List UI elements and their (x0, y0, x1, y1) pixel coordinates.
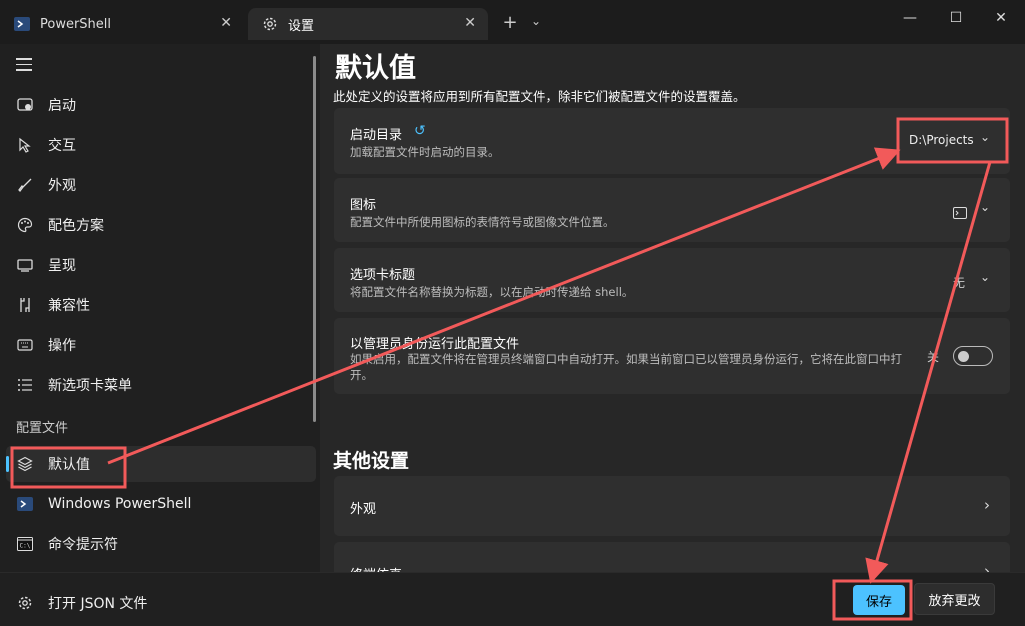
sidebar: 启动 交互 外观 配色方案 呈现 兼容性 操作 新选项卡菜单 配置文件 默认值 … (0, 44, 320, 626)
sidebar-item-label: 兼容性 (48, 298, 90, 314)
tab-title-value: 无 (953, 276, 966, 290)
setting-tab-title[interactable]: 选项卡标题 将配置文件名称替换为标题，以在启动时传递给 shell。 无 ⌄ (334, 248, 1010, 312)
sidebar-item-windows-powershell[interactable]: Windows PowerShell (6, 486, 316, 522)
setting-description: 配置文件中所使用图标的表情符号或图像文件位置。 (350, 215, 615, 229)
palette-icon (16, 216, 34, 234)
sidebar-item-appearance[interactable]: 外观 (6, 167, 316, 203)
run-as-admin-toggle[interactable] (953, 346, 993, 366)
sidebar-item-label: 呈现 (48, 258, 76, 274)
chevron-right-icon: › (984, 496, 990, 514)
setting-run-as-admin[interactable]: 以管理员身份运行此配置文件 如果启用，配置文件将在管理员终端窗口中自动打开。如果… (334, 318, 1010, 394)
reset-icon[interactable]: ↺ (414, 123, 426, 139)
hamburger-menu-icon[interactable] (16, 58, 32, 75)
sidebar-item-label: Windows PowerShell (48, 496, 192, 512)
sidebar-item-new-tab-menu[interactable]: 新选项卡菜单 (6, 367, 316, 403)
open-json-file-button[interactable]: 打开 JSON 文件 (6, 585, 306, 621)
chevron-down-icon[interactable]: ⌄ (531, 14, 541, 28)
startup-directory-value[interactable]: D:\Projects (909, 133, 974, 147)
maximize-button[interactable]: ☐ (946, 10, 966, 26)
sidebar-item-label: 外观 (48, 178, 76, 194)
other-setting-appearance[interactable]: 外观 › (334, 476, 1010, 536)
title-bar: PowerShell ✕ 设置 ✕ + ⌄ — ☐ ✕ (0, 0, 1025, 44)
chevron-down-icon[interactable]: ⌄ (980, 200, 990, 214)
sidebar-item-label: 交互 (48, 138, 76, 154)
setting-title: 图标 (350, 198, 377, 213)
chevron-down-icon[interactable]: ⌄ (980, 270, 990, 284)
svg-text:C:\: C:\ (20, 543, 31, 550)
page-title: 默认值 (335, 53, 416, 84)
sidebar-item-interaction[interactable]: 交互 (6, 127, 316, 163)
sidebar-item-label: 默认值 (48, 457, 90, 473)
main-content: 默认值 此处定义的设置将应用到所有配置文件，除非它们被配置文件的设置覆盖。 启动… (320, 44, 1025, 572)
sidebar-item-defaults[interactable]: 默认值 (6, 446, 316, 482)
sidebar-item-label: 新选项卡菜单 (48, 378, 132, 394)
powershell-icon (16, 495, 34, 513)
monitor-icon (16, 256, 34, 274)
open-json-label: 打开 JSON 文件 (48, 596, 148, 612)
list-icon (16, 376, 34, 394)
section-label-profiles: 配置文件 (16, 421, 69, 436)
setting-title: 外观 (350, 502, 377, 517)
new-tab-button[interactable]: + (500, 12, 520, 33)
save-button[interactable]: 保存 (853, 585, 905, 615)
sidebar-item-color-schemes[interactable]: 配色方案 (6, 207, 316, 243)
tab-powershell[interactable]: PowerShell ✕ (0, 8, 244, 40)
terminal-icon (953, 204, 967, 223)
sidebar-item-label: 启动 (48, 98, 76, 114)
setting-title: 以管理员身份运行此配置文件 (350, 337, 520, 352)
sidebar-item-rendering[interactable]: 呈现 (6, 247, 316, 283)
discard-changes-button[interactable]: 放弃更改 (914, 583, 995, 615)
close-icon[interactable]: ✕ (220, 15, 232, 31)
close-window-button[interactable]: ✕ (991, 10, 1011, 26)
setting-title: 终端仿真 (350, 564, 402, 572)
chevron-right-icon: › (984, 562, 990, 572)
startup-icon (16, 96, 34, 114)
other-setting-terminal-emulation[interactable]: 终端仿真 › (334, 542, 1010, 572)
section-title-other-settings: 其他设置 (333, 450, 410, 472)
keyboard-icon (16, 336, 34, 354)
toggle-label: 关 (927, 350, 940, 364)
cmd-icon: C:\ (16, 535, 34, 553)
sidebar-item-startup[interactable]: 启动 (6, 87, 316, 123)
chevron-down-icon[interactable]: ⌄ (980, 130, 990, 144)
compat-icon (16, 296, 34, 314)
setting-startup-directory[interactable]: 启动目录 ↺ 加载配置文件时启动的目录。 D:\Projects ⌄ (334, 108, 1010, 174)
brush-icon (16, 176, 34, 194)
tab-label: PowerShell (40, 16, 112, 32)
gear-icon (16, 594, 34, 612)
tab-label: 设置 (288, 18, 315, 34)
setting-icon[interactable]: 图标 配置文件中所使用图标的表情符号或图像文件位置。 ⌄ (334, 178, 1010, 242)
setting-description: 如果启用，配置文件将在管理员终端窗口中自动打开。如果当前窗口已以管理员身份运行，… (350, 352, 902, 382)
sidebar-item-label: 命令提示符 (48, 537, 118, 553)
setting-title: 选项卡标题 (350, 268, 416, 283)
sidebar-item-label: 操作 (48, 338, 76, 354)
setting-description: 加载配置文件时启动的目录。 (350, 145, 500, 159)
layers-icon (16, 455, 34, 473)
cursor-icon (16, 136, 34, 154)
sidebar-item-command-prompt[interactable]: C:\ 命令提示符 (6, 526, 316, 562)
setting-description: 将配置文件名称替换为标题，以在启动时传递给 shell。 (350, 285, 634, 299)
close-icon[interactable]: ✕ (464, 15, 476, 31)
sidebar-item-compatibility[interactable]: 兼容性 (6, 287, 316, 323)
gear-icon (262, 16, 278, 32)
setting-title: 启动目录 (350, 128, 403, 143)
tab-settings[interactable]: 设置 ✕ (248, 8, 488, 40)
powershell-icon (14, 16, 30, 32)
sidebar-scrollbar[interactable] (313, 56, 316, 422)
sidebar-item-label: 配色方案 (48, 218, 104, 234)
sidebar-item-actions[interactable]: 操作 (6, 327, 316, 363)
minimize-button[interactable]: — (900, 10, 920, 26)
page-description: 此处定义的设置将应用到所有配置文件，除非它们被配置文件的设置覆盖。 (333, 89, 746, 104)
